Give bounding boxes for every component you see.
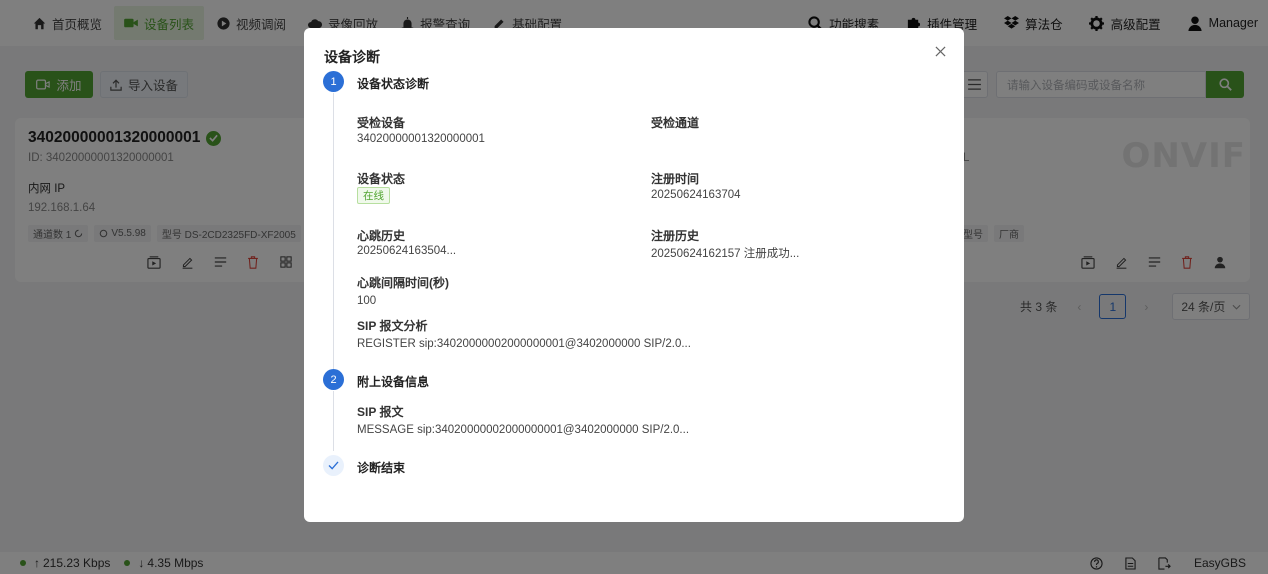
step-3-check-icon [323,455,344,476]
heartbeat-interval-label: 心跳间隔时间(秒) [357,276,449,290]
dialog-title: 设备诊断 [324,49,380,65]
sip-message-value[interactable]: MESSAGE sip:34020000002000000001@3402000… [357,424,689,436]
checked-channel-label: 受检通道 [651,116,700,130]
step-2-number: 2 [323,369,344,390]
sip-analysis-label: SIP 报文分析 [357,319,428,333]
device-diagnosis-dialog: 设备诊断 1 设备状态诊断 受检设备 34020000001320000001 … [304,28,964,522]
device-status-label: 设备状态 [357,172,406,186]
register-history-value[interactable]: 20250624162157 注册成功... [651,245,799,261]
status-badge: 在线 [357,187,390,204]
close-icon[interactable] [932,43,948,59]
sip-message-label: SIP 报文 [357,405,404,419]
step-connector-2 [333,391,334,451]
heartbeat-history-value[interactable]: 20250624163504... [357,245,456,257]
heartbeat-interval-value: 100 [357,295,377,307]
register-history-label: 注册历史 [651,229,700,243]
step-connector-1 [333,93,334,369]
step-1-title: 设备状态诊断 [357,77,430,91]
step-3-title: 诊断结束 [357,461,406,475]
sip-analysis-value[interactable]: REGISTER sip:34020000002000000001@340200… [357,338,691,350]
checked-device-value: 34020000001320000001 [357,133,485,145]
register-time-label: 注册时间 [651,172,700,186]
register-time-value: 20250624163704 [651,189,741,201]
heartbeat-history-label: 心跳历史 [357,229,406,243]
checked-device-label: 受检设备 [357,116,406,130]
step-2-title: 附上设备信息 [357,375,430,389]
step-1-number: 1 [323,71,344,92]
